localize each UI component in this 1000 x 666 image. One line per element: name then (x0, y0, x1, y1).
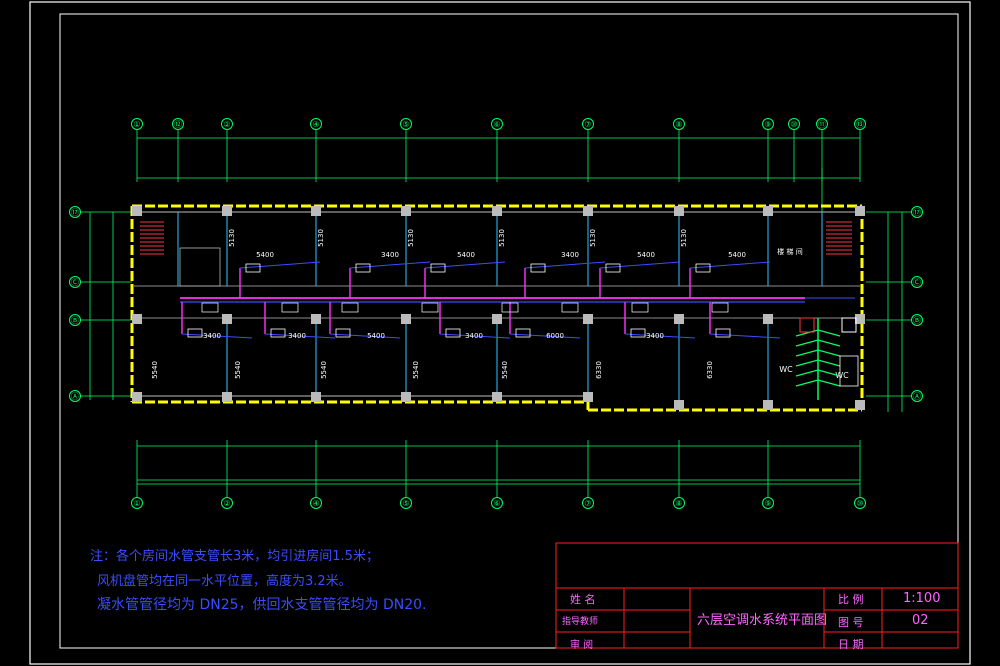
column-top-2 (311, 206, 321, 216)
top-axis-3-label: ④ (312, 120, 319, 129)
bottom-axis-3-label: ⑤ (402, 499, 409, 508)
bottom-axis-5-label: ⑦ (584, 499, 591, 508)
column-top-4 (492, 206, 502, 216)
column-top-8 (855, 206, 865, 216)
upper-vertical-dim-4: 5130 (589, 229, 597, 247)
value-scale: 1:100 (903, 591, 941, 606)
upper-vertical-dim-5: 5130 (680, 229, 688, 247)
column-bottom-1 (222, 392, 232, 402)
column-top-3 (401, 206, 411, 216)
left-axis-2-label: Ⓑ (71, 316, 79, 325)
lower-vertical-dim-5: 6330 (595, 361, 603, 379)
upper-room-dim-2: 5400 (457, 251, 475, 259)
lower-vertical-dim-6: 6330 (706, 361, 714, 379)
column-top-5 (583, 206, 593, 216)
top-axis-0-label: ① (133, 120, 140, 129)
bottom-axis-4-label: ⑥ (493, 499, 500, 508)
column-bottom-8 (855, 400, 865, 410)
label-teacher: 指导教师 (562, 617, 599, 627)
drawing-title: 六层空调水系统平面图 (697, 613, 828, 628)
column-bottom-3 (401, 392, 411, 402)
top-axis-9-label: ⑩ (790, 120, 797, 129)
right-axis-1-label: Ⓒ (913, 278, 921, 287)
lower-room-dim-4: 6000 (546, 332, 564, 340)
right-axis-2-label: Ⓑ (913, 316, 921, 325)
top-axis-1-label: ⑫ (174, 120, 182, 129)
lower-room-dim-3: 3400 (465, 332, 483, 340)
bottom-axis-1-label: ② (223, 499, 230, 508)
lower-room-dim-5: 3400 (646, 332, 664, 340)
lower-room-dim-1: 3400 (288, 332, 306, 340)
column-bottom-6 (674, 400, 684, 410)
wc-left-label: WC (779, 365, 793, 374)
stair-room-label: 楼 梯 间 (777, 247, 802, 256)
note-line-1: 注：各个房间水管支管长3米，均引进房间1.5米； (90, 549, 379, 564)
top-axis-8-label: ⑨ (764, 120, 771, 129)
right-axis-0-label: ⑰ (913, 208, 921, 217)
upper-vertical-dim-1: 5130 (317, 229, 325, 247)
label-review: 审 阅 (570, 640, 594, 651)
label-scale: 比 例 (838, 593, 864, 606)
column-top-7 (763, 206, 773, 216)
column-mid-0 (132, 314, 142, 324)
column-bottom-5 (583, 392, 593, 402)
canvas-background (0, 0, 1000, 666)
label-date: 日 期 (838, 638, 864, 651)
lower-vertical-dim-3: 5540 (412, 361, 420, 379)
column-bottom-2 (311, 392, 321, 402)
left-axis-1-label: Ⓒ (71, 278, 79, 287)
column-mid-7 (763, 314, 773, 324)
note-line-2: 风机盘管均在同一水平位置，高度为3.2米。 (97, 574, 352, 589)
lower-vertical-dim-2: 5540 (320, 361, 328, 379)
column-bottom-4 (492, 392, 502, 402)
column-mid-5 (583, 314, 593, 324)
floor-plan-canvas: ① ⑫ ② ④ ⑤ ⑥ ⑦ ⑧ ⑨ ⑩ ⑪ ⑬ ① ② ④ ⑤ ⑥ ⑦ ⑧ ⑨ ⑩ ⑰ ⑰ Ⓒ Ⓒ Ⓑ Ⓑ Ⓐ Ⓐ 5400 3400 54… (0, 0, 1000, 666)
top-axis-5-label: ⑥ (493, 120, 500, 129)
column-top-6 (674, 206, 684, 216)
label-number: 图 号 (838, 616, 864, 629)
column-mid-3 (401, 314, 411, 324)
upper-vertical-dim-0: 5130 (228, 229, 236, 247)
lower-vertical-dim-4: 5540 (501, 361, 509, 379)
top-axis-7-label: ⑧ (675, 120, 682, 129)
top-axis-11-label: ⑬ (856, 120, 864, 129)
right-axis-3-label: Ⓐ (913, 392, 921, 401)
bottom-axis-7-label: ⑨ (764, 499, 771, 508)
upper-room-dim-3: 3400 (561, 251, 579, 259)
bottom-axis-8-label: ⑩ (856, 499, 863, 508)
column-bottom-0 (132, 392, 142, 402)
column-top-1 (222, 206, 232, 216)
note-line-3: 凝水管管径均为 DN25，供回水支管管径均为 DN20. (97, 597, 427, 613)
column-top-0 (132, 206, 142, 216)
lower-vertical-dim-0: 5540 (151, 361, 159, 379)
upper-vertical-dim-2: 5130 (407, 229, 415, 247)
top-axis-2-label: ② (223, 120, 230, 129)
bottom-axis-6-label: ⑧ (675, 499, 682, 508)
lower-room-dim-0: 3400 (203, 332, 221, 340)
upper-room-dim-0: 5400 (256, 251, 274, 259)
column-bottom-7 (763, 400, 773, 410)
value-number: 02 (912, 613, 929, 628)
lower-room-dim-2: 5400 (367, 332, 385, 340)
top-axis-6-label: ⑦ (584, 120, 591, 129)
column-mid-1 (222, 314, 232, 324)
upper-vertical-dim-3: 5130 (498, 229, 506, 247)
column-mid-4 (492, 314, 502, 324)
bottom-axis-2-label: ④ (312, 499, 319, 508)
upper-room-dim-4: 5400 (637, 251, 655, 259)
left-axis-0-label: ⑰ (71, 208, 79, 217)
label-name: 姓 名 (570, 593, 596, 606)
top-axis-10-label: ⑪ (818, 120, 826, 129)
upper-room-dim-1: 3400 (381, 251, 399, 259)
column-mid-6 (674, 314, 684, 324)
bottom-axis-0-label: ① (133, 499, 140, 508)
left-axis-3-label: Ⓐ (71, 392, 79, 401)
top-axis-4-label: ⑤ (402, 120, 409, 129)
column-mid-2 (311, 314, 321, 324)
cad-drawing-sheet: ① ⑫ ② ④ ⑤ ⑥ ⑦ ⑧ ⑨ ⑩ ⑪ ⑬ ① ② ④ ⑤ ⑥ ⑦ ⑧ ⑨ ⑩ ⑰ ⑰ Ⓒ Ⓒ Ⓑ Ⓑ Ⓐ Ⓐ 5400 3400 54… (0, 0, 1000, 666)
upper-room-dim-5: 5400 (728, 251, 746, 259)
lower-vertical-dim-1: 5540 (234, 361, 242, 379)
